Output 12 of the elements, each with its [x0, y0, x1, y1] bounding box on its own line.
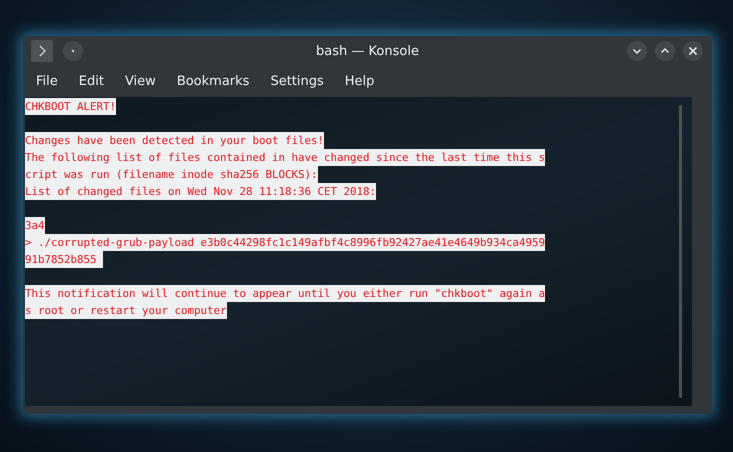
- menu-item[interactable]: Bookmarks: [168, 74, 258, 89]
- scrollbar[interactable]: [679, 105, 682, 398]
- close-icon[interactable]: [683, 41, 703, 61]
- menu-item[interactable]: Edit: [70, 74, 112, 89]
- minimize-icon[interactable]: [627, 41, 647, 61]
- maximize-icon[interactable]: [655, 41, 675, 61]
- window-title: bash — Konsole: [316, 44, 419, 58]
- menu-item[interactable]: Settings: [262, 74, 332, 89]
- menu-item[interactable]: Help: [336, 74, 382, 89]
- menu-item[interactable]: View: [116, 74, 164, 89]
- terminal-icon[interactable]: [31, 40, 53, 62]
- menu-item[interactable]: File: [28, 74, 66, 89]
